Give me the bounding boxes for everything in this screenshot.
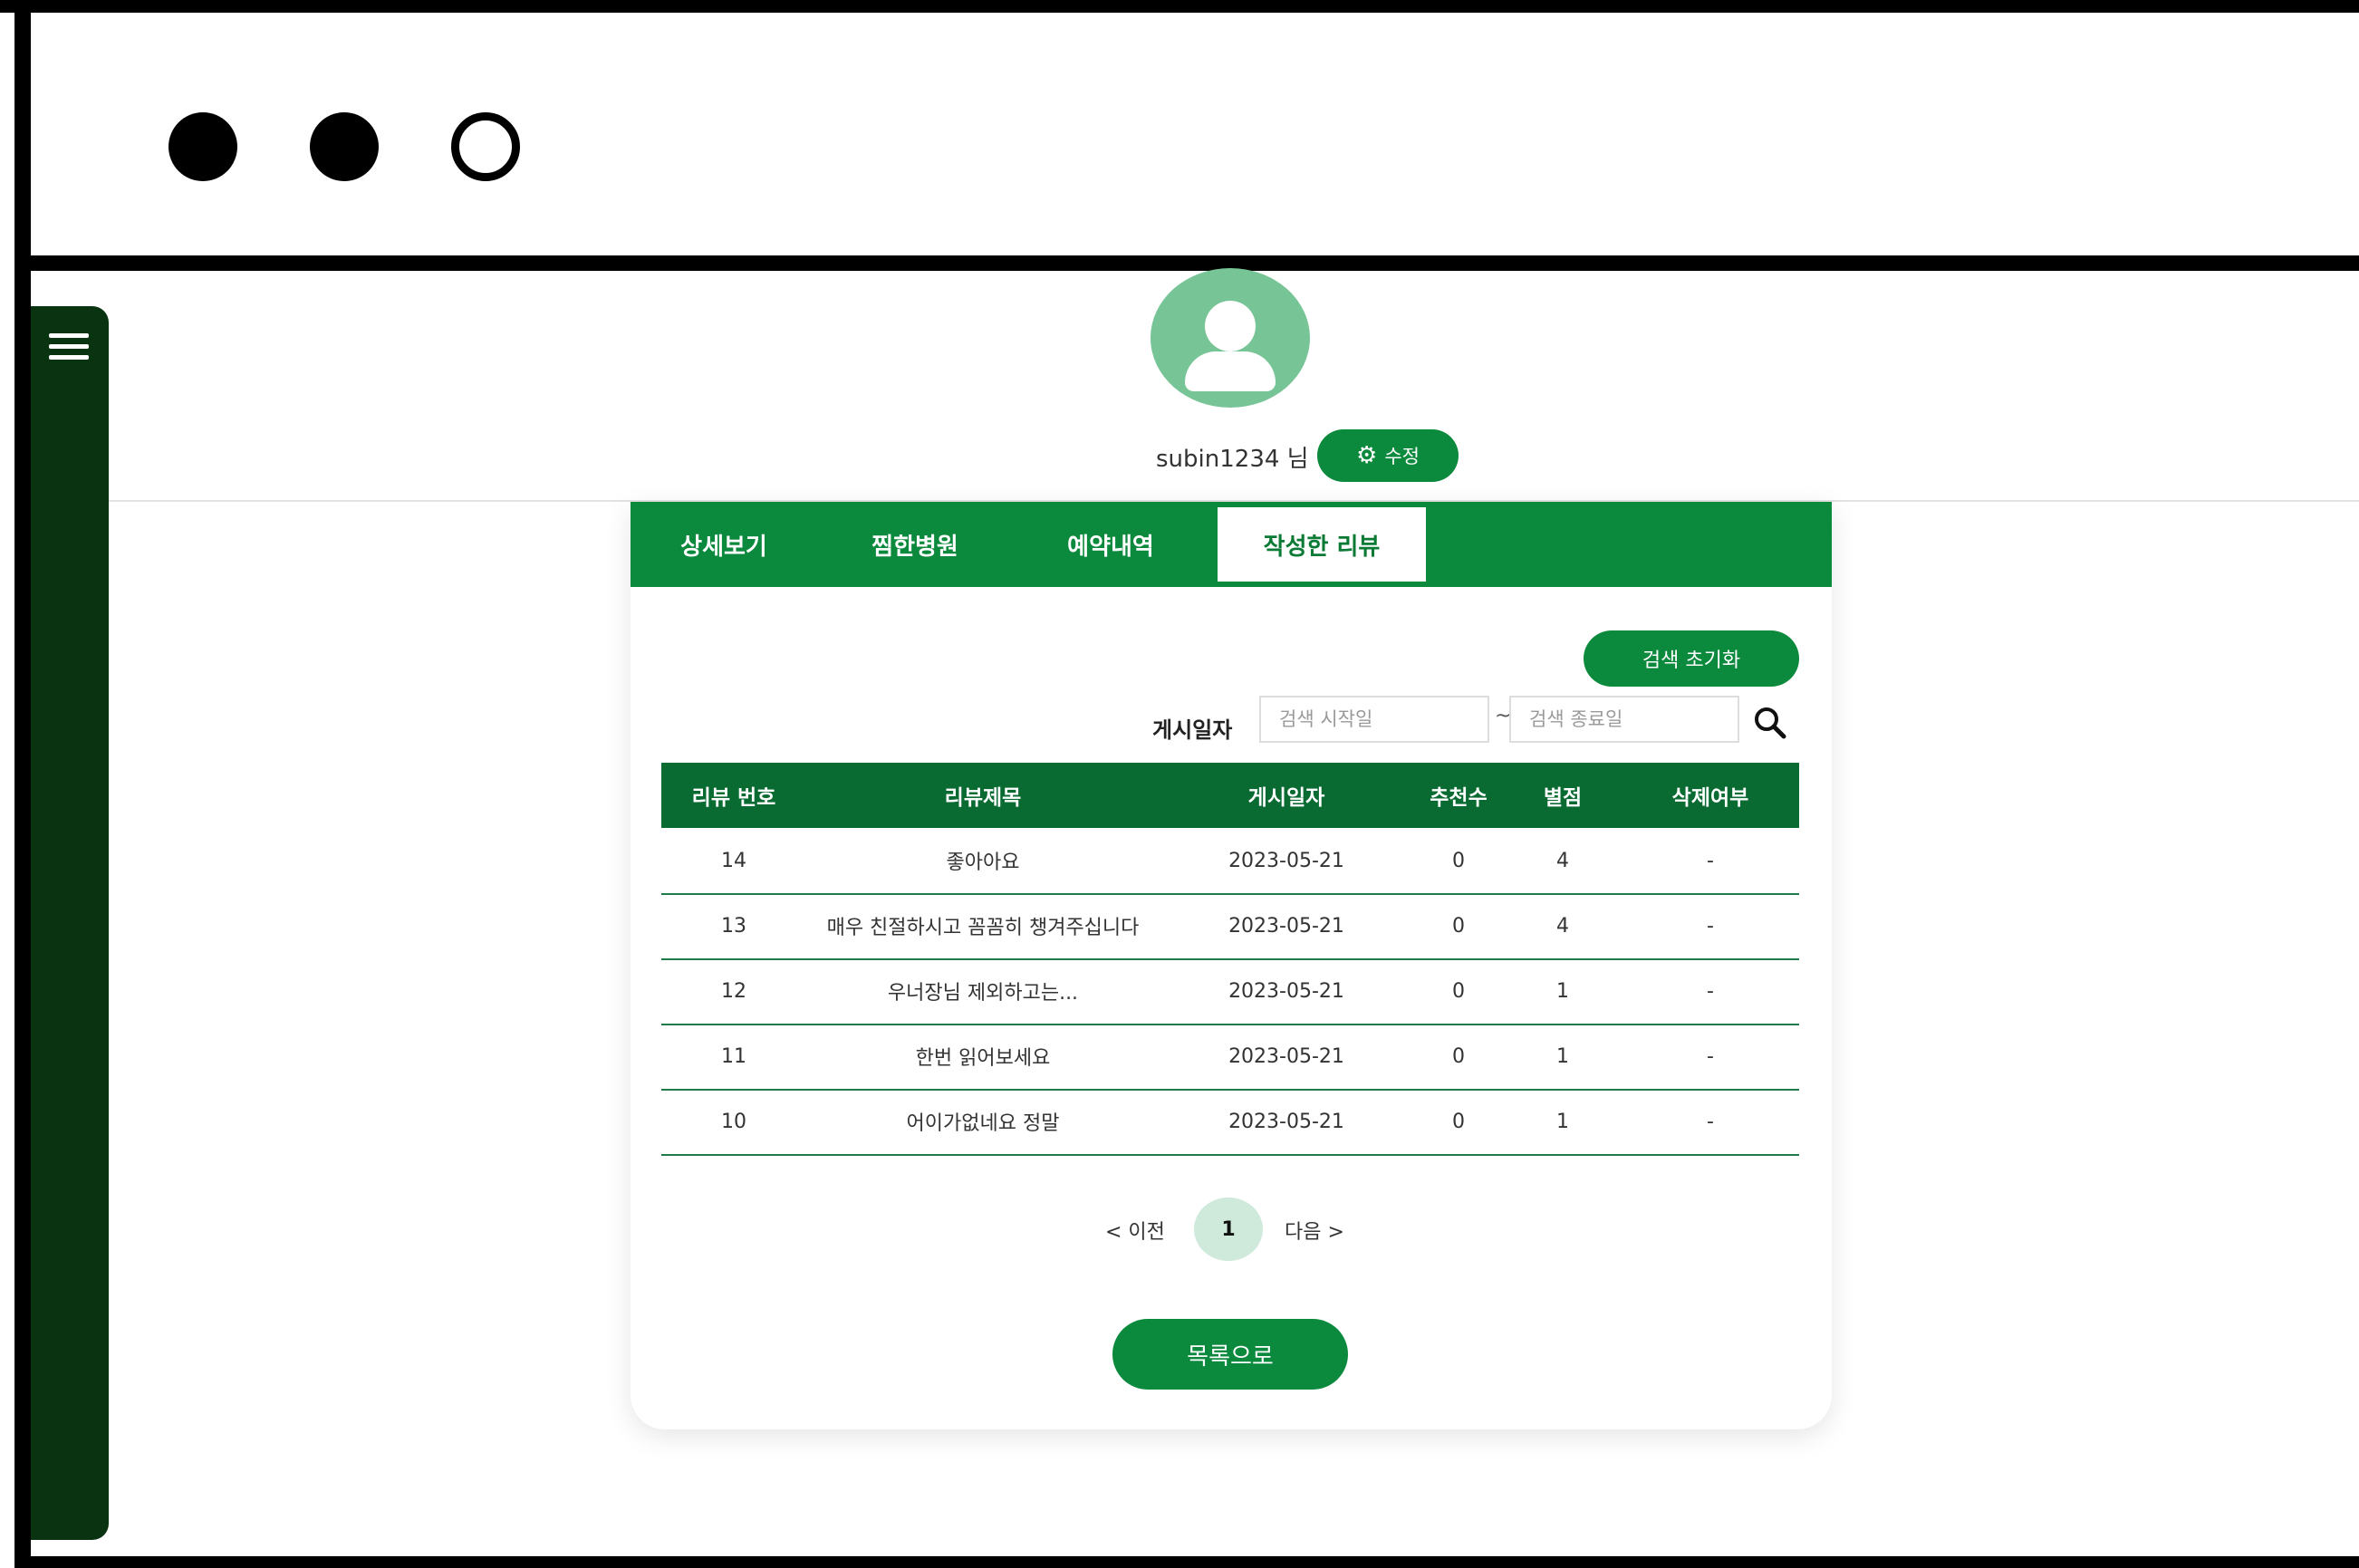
username-label: subin1234 님 [1156,440,1309,474]
cell-likes: 0 [1452,849,1465,872]
cell-deleted: - [1707,1110,1714,1133]
back-to-list-button[interactable]: 목록으로 [1112,1319,1348,1390]
window-titlebar [31,13,2359,255]
table-row[interactable]: 14 좋아아요 2023-05-21 0 4 - [661,828,1799,895]
avatar [1151,268,1310,408]
date-filter-label: 게시일자 [1152,717,1233,743]
cell-likes: 0 [1452,979,1465,1003]
cell-review-title[interactable]: 어이가없네요 정말 [806,1089,1160,1154]
cell-deleted: - [1707,849,1714,872]
cell-review-title[interactable]: 좋아아요 [806,828,1160,893]
cell-review-number: 10 [721,1110,746,1133]
column-header-rating: 별점 [1543,786,1583,810]
table-row[interactable]: 10 어이가없네요 정말 2023-05-21 0 1 - [661,1089,1799,1156]
tab-favorite-hospitals[interactable]: 찜한병원 [817,502,1013,587]
sidebar [31,306,109,1540]
cell-likes: 0 [1452,914,1465,938]
cell-deleted: - [1707,914,1714,938]
column-header-likes: 추천수 [1430,786,1488,810]
tab-details[interactable]: 상세보기 [631,502,817,587]
table-row[interactable]: 11 한번 읽어보세요 2023-05-21 0 1 - [661,1024,1799,1091]
cell-date: 2023-05-21 [1228,1110,1344,1133]
pagination: < 이전 1 다음 > [631,1198,1832,1263]
column-header-review-title: 리뷰제목 [944,786,1022,810]
window-frame-divider [14,255,2359,271]
edit-profile-button[interactable]: ⚙ 수정 [1317,429,1459,482]
cell-deleted: - [1707,1044,1714,1068]
username: subin1234 [1156,446,1280,473]
tab-my-reviews[interactable]: 작성한 리뷰 [1218,507,1426,582]
avatar-body [1185,351,1276,391]
edit-label: 수정 [1384,446,1420,467]
cell-rating: 4 [1556,914,1569,938]
search-icon[interactable] [1752,705,1788,741]
window-dot-2 [310,112,379,181]
prev-page-link[interactable]: < 이전 [1105,1216,1165,1245]
tab-reservations[interactable]: 예약내역 [1013,502,1208,587]
cell-date: 2023-05-21 [1228,979,1344,1003]
window-frame-top [0,0,2359,13]
cell-review-title[interactable]: 한번 읽어보세요 [806,1024,1160,1089]
cell-review-title[interactable]: 매우 친절하시고 꼼꼼히 챙겨주십니다 [806,893,1160,958]
window-frame-bottom [14,1556,2359,1568]
column-header-deleted: 삭제여부 [1671,786,1749,810]
column-header-review-number: 리뷰 번호 [691,786,776,810]
column-header-date: 게시일자 [1247,786,1325,810]
cell-rating: 1 [1556,1044,1569,1068]
page-number-current[interactable]: 1 [1194,1198,1263,1261]
cell-likes: 0 [1452,1044,1465,1068]
cell-review-number: 14 [721,849,746,872]
cell-review-title[interactable]: 우너장님 제외하고는... [806,958,1160,1024]
hamburger-icon[interactable] [49,333,89,362]
table-header: 리뷰 번호 리뷰제목 게시일자 추천수 별점 삭제여부 [661,763,1799,828]
cell-rating: 1 [1556,1110,1569,1133]
cell-date: 2023-05-21 [1228,849,1344,872]
window-dot-1 [168,112,237,181]
review-card: 상세보기 찜한병원 예약내역 작성한 리뷰 검색 초기화 게시일자 ~ 리뷰 번… [631,502,1832,1429]
avatar-head [1205,301,1256,351]
cell-review-number: 12 [721,979,746,1003]
gear-icon: ⚙ [1356,442,1378,469]
cell-rating: 1 [1556,979,1569,1003]
username-suffix: 님 [1286,446,1309,473]
cell-rating: 4 [1556,849,1569,872]
window-frame-left [14,0,31,1568]
cell-date: 2023-05-21 [1228,1044,1344,1068]
start-date-input[interactable] [1259,696,1489,743]
table-row[interactable]: 13 매우 친절하시고 꼼꼼히 챙겨주십니다 2023-05-21 0 4 - [661,893,1799,960]
cell-review-number: 11 [721,1044,746,1068]
end-date-input[interactable] [1509,696,1739,743]
reset-search-button[interactable]: 검색 초기화 [1584,630,1799,687]
table-row[interactable]: 12 우너장님 제외하고는... 2023-05-21 0 1 - [661,958,1799,1025]
cell-date: 2023-05-21 [1228,914,1344,938]
tab-bar: 상세보기 찜한병원 예약내역 작성한 리뷰 [631,502,1832,587]
cell-likes: 0 [1452,1110,1465,1133]
cell-review-number: 13 [721,914,746,938]
cell-deleted: - [1707,979,1714,1003]
next-page-link[interactable]: 다음 > [1285,1216,1344,1245]
window-dot-3 [451,112,520,181]
